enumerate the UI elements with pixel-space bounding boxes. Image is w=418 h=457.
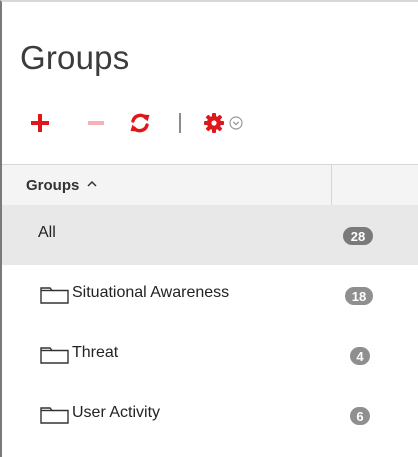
groups-column-header[interactable]: Groups bbox=[2, 165, 332, 205]
add-group-button[interactable] bbox=[26, 106, 54, 140]
count-badge: 28 bbox=[343, 227, 373, 245]
count-column-header[interactable] bbox=[332, 165, 418, 205]
count-badge: 18 bbox=[345, 287, 373, 305]
list-item-threat[interactable]: Threat 4 bbox=[2, 325, 418, 385]
toolbar bbox=[2, 106, 302, 140]
plus-icon bbox=[31, 114, 49, 132]
minus-icon bbox=[88, 121, 104, 125]
gear-icon bbox=[204, 113, 224, 133]
folder-icon bbox=[40, 407, 69, 424]
list-item-all[interactable]: All 28 bbox=[2, 205, 418, 265]
settings-button[interactable] bbox=[202, 106, 226, 140]
page-title: Groups bbox=[20, 39, 130, 76]
column-header-label: Groups bbox=[26, 177, 80, 194]
list-item-user-activity[interactable]: User Activity 6 bbox=[2, 385, 418, 445]
sort-ascending-icon bbox=[87, 180, 97, 187]
refresh-icon bbox=[130, 113, 150, 133]
list-item-label: All bbox=[38, 224, 56, 241]
folder-icon bbox=[40, 347, 69, 364]
toolbar-divider bbox=[176, 106, 184, 140]
groups-panel: Groups Groups All 28 Situational Awarene… bbox=[0, 0, 418, 457]
refresh-button[interactable] bbox=[126, 106, 154, 140]
chevron-down-circle-icon bbox=[229, 116, 243, 130]
list-item-label: Situational Awareness bbox=[72, 284, 230, 301]
folder-icon bbox=[40, 287, 69, 304]
count-badge: 6 bbox=[350, 407, 370, 425]
settings-dropdown-button[interactable] bbox=[228, 106, 244, 140]
list-item-label: User Activity bbox=[72, 404, 161, 421]
count-badge: 4 bbox=[350, 347, 370, 365]
remove-group-button[interactable] bbox=[82, 106, 110, 140]
list-item-label: Threat bbox=[72, 344, 119, 361]
table-header: Groups bbox=[2, 164, 418, 206]
list-item-situational-awareness[interactable]: Situational Awareness 18 bbox=[2, 265, 418, 325]
